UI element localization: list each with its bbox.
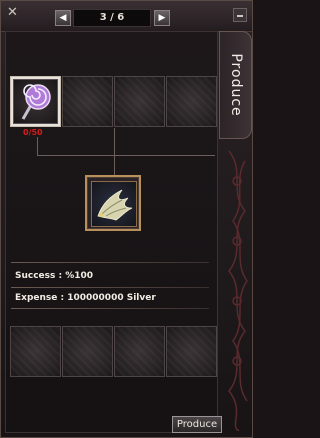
success-rate: Success : %100 bbox=[15, 271, 94, 281]
page-indicator: 3 / 6 bbox=[73, 9, 151, 27]
tab-produce[interactable]: Produce bbox=[219, 31, 252, 139]
extra-slot-3[interactable] bbox=[114, 326, 165, 377]
dragon-wing-icon bbox=[97, 189, 133, 221]
divider bbox=[11, 262, 209, 263]
connector-line bbox=[37, 137, 38, 155]
material-slot-4[interactable] bbox=[166, 76, 217, 127]
lollipop-icon bbox=[21, 84, 51, 120]
extra-slot-1[interactable] bbox=[10, 326, 61, 377]
minimize-button[interactable] bbox=[233, 8, 247, 22]
produce-window: ✕ ◀ 3 / 6 ▶ Produce 0/50 Success: %100 … bbox=[0, 0, 253, 438]
divider bbox=[11, 308, 209, 309]
divider bbox=[11, 287, 209, 288]
tab-produce-label: Produce bbox=[227, 53, 244, 117]
next-page-button[interactable]: ▶ bbox=[154, 10, 170, 26]
produce-button[interactable]: Produce bbox=[172, 416, 222, 433]
result-slot[interactable] bbox=[85, 175, 141, 231]
close-icon[interactable]: ✕ bbox=[5, 5, 20, 20]
connector-line bbox=[37, 155, 215, 156]
decorative-filigree bbox=[228, 150, 248, 431]
connector-line bbox=[114, 128, 115, 175]
previous-page-button[interactable]: ◀ bbox=[55, 10, 71, 26]
material-slot-2[interactable] bbox=[62, 76, 113, 127]
expense-cost: Expense : 100000000 Silver bbox=[15, 293, 156, 303]
material-slot-1[interactable] bbox=[10, 76, 61, 127]
material-quantity: 0/50 bbox=[23, 128, 43, 137]
result-item bbox=[91, 181, 137, 227]
extra-slot-4[interactable] bbox=[166, 326, 217, 377]
title-bar: ✕ ◀ 3 / 6 ▶ bbox=[1, 1, 252, 32]
material-slot-3[interactable] bbox=[114, 76, 165, 127]
extra-slot-2[interactable] bbox=[62, 326, 113, 377]
